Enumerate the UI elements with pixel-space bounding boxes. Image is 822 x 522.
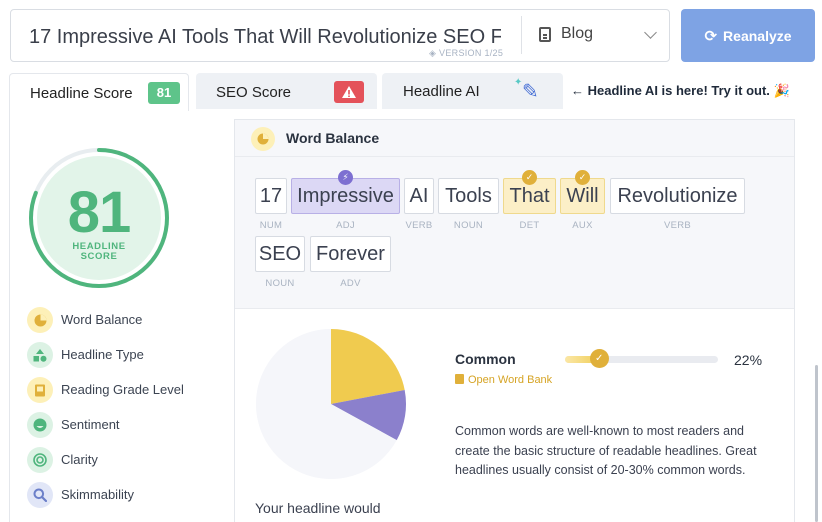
- tab-headline-ai[interactable]: Headline AI ✦ ✎: [382, 73, 563, 109]
- stat-description: Common words are well-known to most read…: [455, 424, 757, 477]
- search-icon: [27, 482, 53, 508]
- layers-icon: ◈: [429, 48, 437, 58]
- pos-label: NOUN: [265, 278, 295, 289]
- pos-label: NOUN: [453, 220, 484, 231]
- reanalyze-button[interactable]: ⟳ Reanalyze: [681, 9, 815, 62]
- pos-label: ADV: [340, 278, 361, 289]
- stat-label: Common: [455, 351, 516, 367]
- word-balance-pie: [256, 329, 406, 479]
- pos-label: ADJ: [336, 220, 355, 231]
- pie-chart-icon: [251, 127, 275, 151]
- tab-seo-score[interactable]: SEO Score: [196, 73, 377, 109]
- common-words-bar: [565, 356, 718, 363]
- document-icon: [539, 27, 551, 42]
- nav-item-sentiment[interactable]: Sentiment: [27, 412, 227, 438]
- word-chip[interactable]: Forever: [310, 236, 391, 272]
- tab-label: Headline AI: [403, 83, 480, 100]
- pos-label: DET: [519, 220, 540, 231]
- check-icon: ✓: [522, 170, 537, 185]
- tab-headline-score[interactable]: Headline Score 81: [9, 73, 189, 111]
- word-balance-panel: Word Balance 17 NUM Impressive ⚡ ADJ AI …: [234, 119, 795, 522]
- headline-input[interactable]: 17 Impressive AI Tools That Will Revolut…: [10, 9, 670, 62]
- shapes-icon: [27, 342, 53, 368]
- pos-label: VERB: [663, 220, 692, 231]
- target-icon: [27, 447, 53, 473]
- word-chip[interactable]: AI: [404, 178, 434, 214]
- open-word-bank-link[interactable]: Open Word Bank: [455, 374, 552, 386]
- scrollbar[interactable]: [815, 365, 818, 522]
- book-icon: [27, 377, 53, 403]
- reanalyze-label: Reanalyze: [723, 27, 792, 44]
- content-type-value: Blog: [561, 25, 594, 42]
- pos-label: AUX: [572, 220, 593, 231]
- word-chip[interactable]: SEO: [255, 236, 305, 272]
- chevron-down-icon: [644, 26, 657, 39]
- pie-caption: Your headline would: [255, 500, 381, 516]
- word-chips-area: 17 NUM Impressive ⚡ ADJ AI VERB Tools NO…: [235, 157, 794, 309]
- check-icon: ✓: [589, 349, 609, 368]
- nav-item-reading-grade-level[interactable]: Reading Grade Level: [27, 377, 227, 403]
- headline-score-value: 81: [67, 180, 132, 245]
- nav-item-clarity[interactable]: Clarity: [27, 447, 227, 473]
- pos-label: VERB: [405, 220, 433, 231]
- warning-icon: [334, 81, 364, 103]
- smile-icon: [27, 412, 53, 438]
- content-type-select[interactable]: Blog: [539, 24, 659, 48]
- refresh-icon: ⟳: [704, 27, 718, 45]
- panel-title: Word Balance: [286, 130, 380, 146]
- pie-chart-icon: [27, 307, 53, 333]
- nav-item-headline-type[interactable]: Headline Type: [27, 342, 227, 368]
- check-icon: ✓: [575, 170, 590, 185]
- pos-label: NUM: [259, 220, 283, 231]
- version-label: ◈ VERSION 1/25: [429, 48, 504, 58]
- pencil-icon: ✎: [522, 81, 539, 103]
- book-icon: [455, 374, 464, 384]
- nav-item-word-balance[interactable]: Word Balance: [27, 307, 227, 333]
- panel-header: Word Balance: [235, 120, 794, 157]
- score-sidebar: 81 HEADLINE SCORE Word Balance Headline …: [9, 109, 230, 522]
- headline-ai-promo[interactable]: ← Headline AI is here! Try it out. 🎉: [571, 83, 790, 99]
- headline-score-caption: HEADLINE SCORE: [72, 241, 126, 262]
- input-divider: [521, 16, 522, 54]
- score-badge: 81: [148, 82, 180, 104]
- tab-label: Headline Score: [30, 85, 133, 102]
- stat-percent: 22%: [734, 352, 763, 368]
- word-chip[interactable]: Revolutionize: [610, 178, 745, 214]
- word-chip[interactable]: Tools: [438, 178, 499, 214]
- nav-item-skimmability[interactable]: Skimmability: [27, 482, 227, 508]
- lightning-icon: ⚡: [338, 170, 353, 185]
- word-chip[interactable]: 17: [255, 178, 287, 214]
- tab-label: SEO Score: [216, 84, 292, 101]
